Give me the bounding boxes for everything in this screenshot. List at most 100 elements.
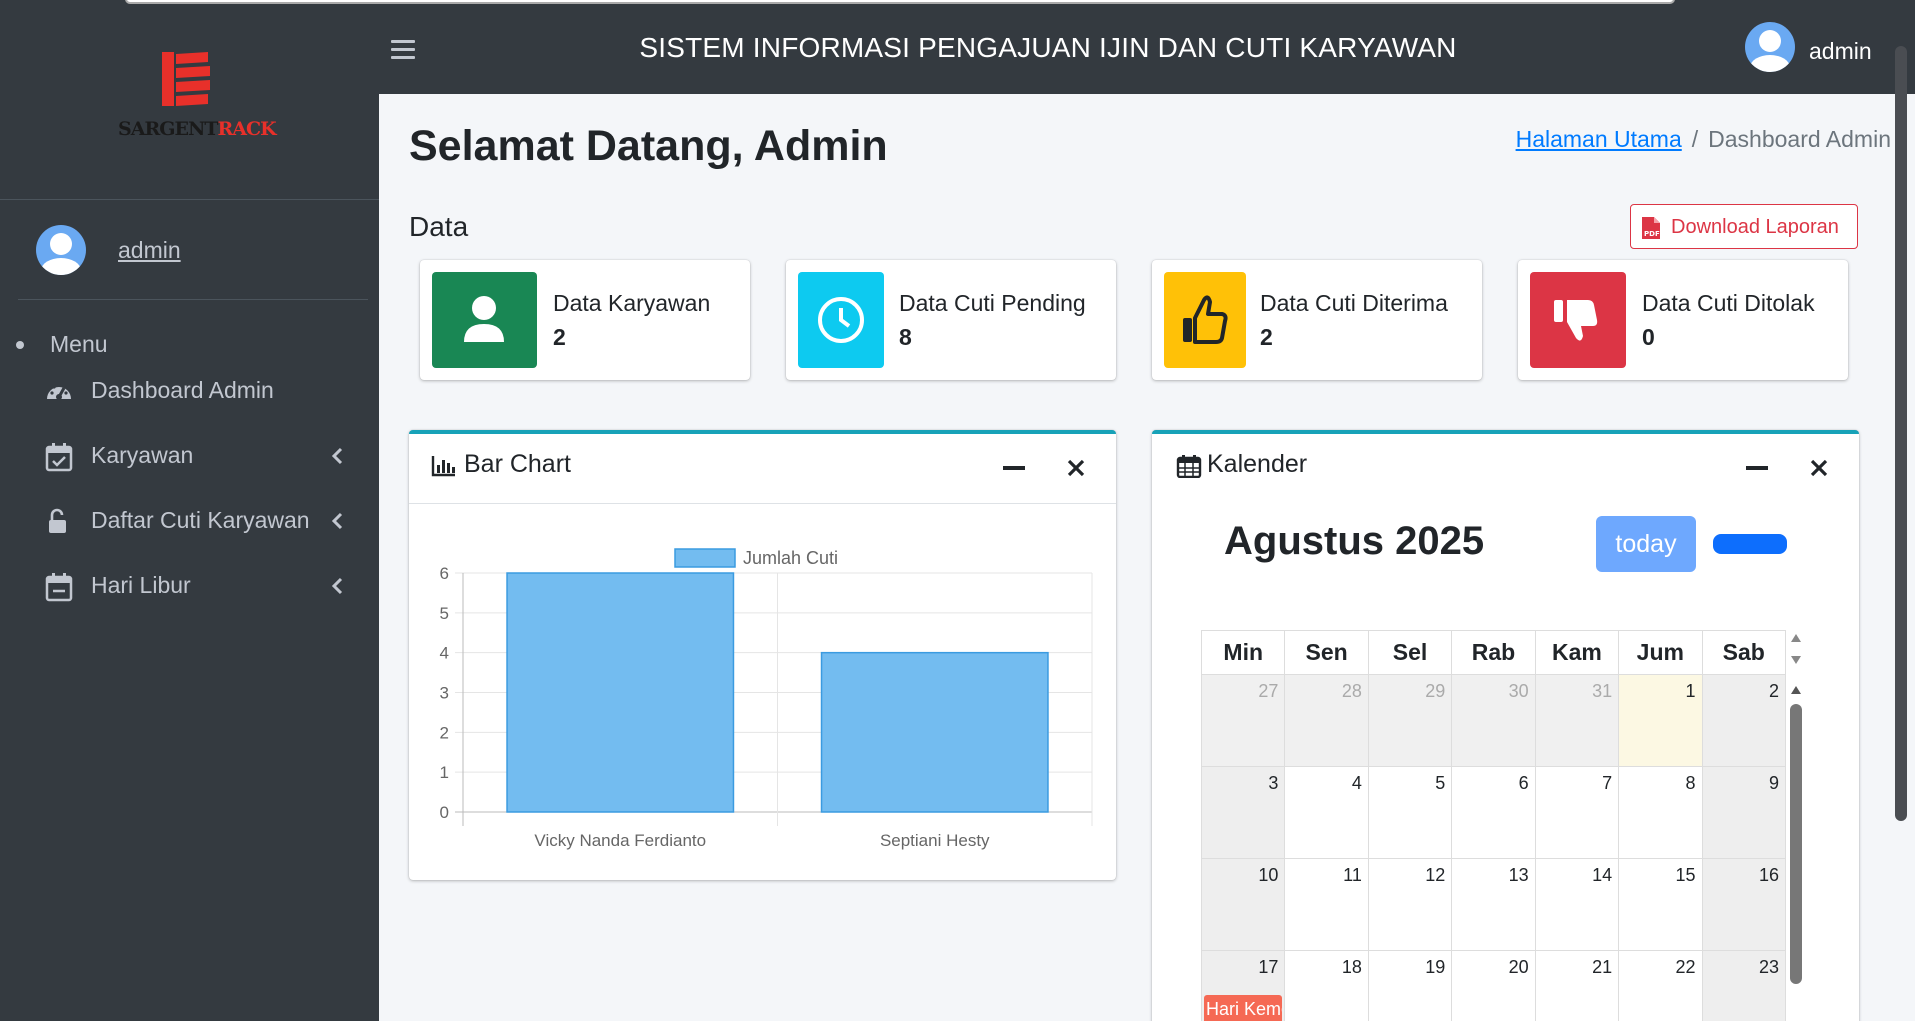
close-icon[interactable] bbox=[1809, 458, 1829, 478]
calendar-day-cell[interactable]: 31 bbox=[1534, 674, 1620, 767]
calendar-day-cell[interactable]: 20 bbox=[1451, 950, 1536, 1021]
weekday-header: Sel bbox=[1367, 630, 1453, 675]
bar-chart-card: Bar Chart Jumlah Cuti 0 1 2 3 4 5 6 Vicky Nanda … bbox=[409, 430, 1116, 880]
sidebar-avatar[interactable] bbox=[36, 225, 86, 275]
calendar-day-cell[interactable]: 11 bbox=[1284, 858, 1369, 951]
page-scrollbar[interactable] bbox=[1891, 40, 1915, 1021]
info-box-value: 2 bbox=[553, 324, 566, 350]
calendar-day-cell[interactable]: 19 bbox=[1367, 950, 1453, 1021]
calendar-day-cell[interactable]: 14 bbox=[1534, 858, 1620, 951]
page-scrollbar-thumb[interactable] bbox=[1895, 46, 1907, 821]
brand-area[interactable]: SARGENTRACK bbox=[0, 0, 379, 200]
day-number: 3 bbox=[1268, 773, 1279, 793]
header-user-menu[interactable]: admin bbox=[1745, 22, 1915, 74]
sargentrack-logo[interactable]: SARGENTRACK bbox=[118, 52, 277, 142]
info-box-data-cuti-pending[interactable]: Data Cuti Pending 8 bbox=[786, 260, 1116, 380]
calendar-day-cell[interactable]: 22 bbox=[1618, 950, 1703, 1021]
calendar-day-cell[interactable]: 27 bbox=[1201, 674, 1286, 767]
calendar-scrollbar[interactable] bbox=[1786, 630, 1806, 1021]
sidebar-item-karyawan[interactable]: Karyawan bbox=[0, 430, 379, 484]
breadcrumb-current: Dashboard Admin bbox=[1708, 126, 1891, 152]
card-header: Bar Chart bbox=[409, 434, 1116, 504]
calendar-day-cell[interactable]: 28 bbox=[1284, 674, 1369, 767]
tachometer-icon bbox=[47, 383, 71, 400]
info-box-value: 0 bbox=[1642, 324, 1655, 350]
header-avatar[interactable] bbox=[1745, 22, 1795, 72]
download-laporan-button[interactable]: PDF Download Laporan bbox=[1630, 204, 1858, 249]
calendar-day-cell[interactable]: 8 bbox=[1618, 766, 1703, 859]
info-box-value: 8 bbox=[899, 324, 912, 350]
day-number: 20 bbox=[1508, 957, 1529, 977]
weekday-header: Sab bbox=[1701, 630, 1786, 675]
sidebar-item-dashboard-admin[interactable]: Dashboard Admin bbox=[0, 365, 379, 419]
calendar-day-cell[interactable]: 7 bbox=[1534, 766, 1620, 859]
day-number: 16 bbox=[1758, 865, 1779, 885]
calendar-day-cell[interactable]: 5 bbox=[1367, 766, 1453, 859]
app-window: SARGENTRACK admin Menu Dashboard Admin K… bbox=[0, 0, 1915, 1021]
calendar-day-cell[interactable]: 18 bbox=[1284, 950, 1369, 1021]
calendar-day-cell[interactable]: 6 bbox=[1451, 766, 1536, 859]
day-number: 4 bbox=[1351, 773, 1362, 793]
svg-text:PDF: PDF bbox=[1644, 230, 1660, 238]
calendar-event[interactable]: Hari Kemerdekaan bbox=[1204, 995, 1282, 1021]
day-number: 13 bbox=[1508, 865, 1529, 885]
sidebar-item-hari-libur[interactable]: Hari Libur bbox=[0, 560, 379, 614]
download-button-label: Download Laporan bbox=[1671, 216, 1839, 238]
calendar-day-cell[interactable]: 15 bbox=[1618, 858, 1703, 951]
info-box-label: Data Cuti Pending bbox=[899, 290, 1086, 316]
calendar-day-cell[interactable]: 29 bbox=[1367, 674, 1453, 767]
calendar-day-cell[interactable]: 10 bbox=[1201, 858, 1286, 951]
x-tick-label: Vicky Nanda Ferdianto bbox=[534, 831, 706, 850]
calendar-day-cell[interactable]: 9 bbox=[1701, 766, 1786, 859]
calendar-minus-icon bbox=[45, 573, 73, 602]
close-icon[interactable] bbox=[1066, 458, 1086, 478]
today-button[interactable]: today bbox=[1596, 516, 1696, 572]
calendar-day-cell[interactable]: 12 bbox=[1367, 858, 1453, 951]
minus-icon[interactable] bbox=[1003, 466, 1025, 470]
chart-bar-icon bbox=[431, 456, 455, 477]
day-number: 30 bbox=[1508, 681, 1529, 701]
calendar-day-cell[interactable]: 21 bbox=[1534, 950, 1620, 1021]
day-number: 2 bbox=[1768, 681, 1779, 701]
minus-icon[interactable] bbox=[1746, 466, 1768, 470]
card-title: Kalender bbox=[1207, 450, 1308, 478]
calendar-day-cell[interactable]: 23 bbox=[1701, 950, 1786, 1021]
calendar-day-cell[interactable]: 17 Hari Kemerdekaan bbox=[1201, 950, 1286, 1021]
day-number: 8 bbox=[1685, 773, 1696, 793]
header-user-name: admin bbox=[1809, 38, 1872, 64]
info-box-data-cuti-ditolak[interactable]: Data Cuti Ditolak 0 bbox=[1518, 260, 1848, 380]
calendar-check-icon bbox=[45, 443, 73, 472]
sidebar-item-daftar-cuti-karyawan[interactable]: Daftar Cuti Karyawan bbox=[0, 495, 379, 549]
calendar-day-cell-today[interactable]: 1 bbox=[1618, 674, 1703, 767]
calendar-day-cell[interactable]: 13 bbox=[1451, 858, 1536, 951]
section-title: Data bbox=[409, 211, 469, 242]
calendar-day-cell[interactable]: 2 bbox=[1701, 674, 1786, 767]
info-box-icon-bg bbox=[432, 272, 537, 368]
day-number: 28 bbox=[1341, 681, 1362, 701]
calendar-day-cell[interactable]: 4 bbox=[1284, 766, 1369, 859]
bar-1 bbox=[506, 572, 735, 813]
chevron-left-icon bbox=[331, 577, 343, 595]
file-pdf-icon: PDF bbox=[1642, 217, 1660, 239]
y-tick-label: 5 bbox=[440, 604, 449, 623]
calendar-day-cell[interactable]: 16 bbox=[1701, 858, 1786, 951]
thumbs-up-icon bbox=[1183, 295, 1228, 344]
sidebar-item-label: Daftar Cuti Karyawan bbox=[91, 507, 310, 533]
calendar-nav-button[interactable] bbox=[1713, 534, 1787, 554]
chevron-left-icon bbox=[331, 512, 343, 530]
calendar-day-cell[interactable]: 30 bbox=[1451, 674, 1536, 767]
unlock-icon bbox=[49, 508, 66, 533]
day-number: 15 bbox=[1675, 865, 1696, 885]
day-number: 29 bbox=[1425, 681, 1446, 701]
info-box-data-cuti-diterima[interactable]: Data Cuti Diterima 2 bbox=[1152, 260, 1482, 380]
breadcrumb-home-link[interactable]: Halaman Utama bbox=[1516, 126, 1682, 152]
info-box-label: Data Cuti Ditolak bbox=[1642, 290, 1815, 316]
calendar-day-cell[interactable]: 3 bbox=[1201, 766, 1286, 859]
day-number: 27 bbox=[1258, 681, 1279, 701]
day-number: 9 bbox=[1768, 773, 1779, 793]
logo-part-rack: RACK bbox=[217, 118, 276, 140]
sidebar-user-link[interactable]: admin bbox=[118, 237, 181, 264]
info-box-data-karyawan[interactable]: Data Karyawan 2 bbox=[420, 260, 750, 380]
info-box-icon-bg bbox=[1164, 272, 1246, 368]
y-tick-label: 1 bbox=[440, 763, 449, 782]
